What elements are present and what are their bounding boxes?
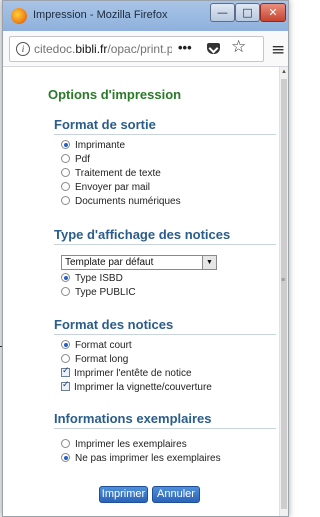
radio-pdf[interactable]: Pdf xyxy=(61,154,90,165)
radio-type-isbd[interactable]: Type ISBD xyxy=(61,273,123,284)
radio-icon[interactable] xyxy=(61,273,70,282)
checkbox-label: Imprimer la vignette/couverture xyxy=(74,382,212,393)
checkbox-entete-notice[interactable]: Imprimer l'entête de notice xyxy=(61,366,192,379)
bookmark-star-icon[interactable]: ☆ xyxy=(231,37,246,57)
radio-label: Traitement de texte xyxy=(75,168,161,179)
radio-icon[interactable] xyxy=(61,168,70,177)
radio-icon[interactable] xyxy=(61,196,70,205)
cancel-button[interactable]: Annuler xyxy=(152,486,200,503)
scroll-up-icon[interactable]: ▲ xyxy=(281,69,287,75)
checkbox-icon[interactable] xyxy=(61,380,70,391)
title-bar[interactable]: Impression - Mozilla Firefox — □ ✕ xyxy=(3,1,288,31)
hamburger-menu-icon[interactable]: ≡ xyxy=(271,40,285,60)
radio-label: Ne pas imprimer les exemplaires xyxy=(75,453,221,464)
address-field[interactable]: i citedoc.bibli.fr/opac/print.php ••• ☆ xyxy=(9,36,264,62)
template-select[interactable]: Template par défaut ▼ xyxy=(61,255,217,270)
radio-format-court[interactable]: Format court xyxy=(61,340,132,351)
vertical-scrollbar[interactable]: ▲ ≡ xyxy=(279,67,288,516)
url-domain: citedoc. xyxy=(34,42,76,56)
select-value: Template par défaut xyxy=(65,257,154,268)
url-text[interactable]: citedoc.bibli.fr/opac/print.php xyxy=(34,42,172,56)
radio-icon[interactable] xyxy=(61,340,70,349)
section-title-format-sortie: Format de sortie xyxy=(54,117,276,135)
radio-type-public[interactable]: Type PUBLIC xyxy=(61,287,136,298)
minimize-button[interactable]: — xyxy=(210,3,235,22)
radio-label: Format long xyxy=(75,354,129,365)
page-actions-icon[interactable]: ••• xyxy=(178,40,192,55)
pocket-icon[interactable] xyxy=(207,43,220,54)
radio-documents-numeriques[interactable]: Documents numériques xyxy=(61,196,181,207)
options-title: Options d'impression xyxy=(48,87,182,102)
section-title-affichage: Type d'affichage des notices xyxy=(54,227,276,245)
radio-icon[interactable] xyxy=(61,287,70,296)
radio-ne-pas-imprimer-exemplaires[interactable]: Ne pas imprimer les exemplaires xyxy=(61,453,221,464)
radio-traitement-texte[interactable]: Traitement de texte xyxy=(61,168,161,179)
radio-label: Format court xyxy=(75,340,132,351)
radio-label: Type PUBLIC xyxy=(75,287,136,298)
radio-label: Documents numériques xyxy=(75,196,181,207)
info-icon[interactable]: i xyxy=(16,42,30,56)
chevron-down-icon[interactable]: ▼ xyxy=(202,256,216,269)
radio-icon[interactable] xyxy=(61,154,70,163)
radio-imprimer-exemplaires[interactable]: Imprimer les exemplaires xyxy=(61,439,187,450)
url-bar: i citedoc.bibli.fr/opac/print.php ••• ☆ … xyxy=(3,31,288,67)
url-host: bibli.fr xyxy=(75,42,108,56)
window-title: Impression - Mozilla Firefox xyxy=(33,9,168,21)
radio-format-long[interactable]: Format long xyxy=(61,354,128,365)
checkbox-icon[interactable] xyxy=(61,366,70,377)
popup-window: Impression - Mozilla Firefox — □ ✕ i cit… xyxy=(2,0,289,517)
radio-icon[interactable] xyxy=(61,439,70,448)
radio-envoyer-mail[interactable]: Envoyer par mail xyxy=(61,182,150,193)
firefox-icon xyxy=(11,8,27,24)
radio-label: Envoyer par mail xyxy=(75,182,151,193)
section-title-format-notices: Format des notices xyxy=(54,317,276,335)
radio-icon[interactable] xyxy=(61,140,70,149)
close-button[interactable]: ✕ xyxy=(260,3,286,22)
radio-icon[interactable] xyxy=(61,354,70,363)
radio-icon[interactable] xyxy=(61,453,70,462)
radio-label: Pdf xyxy=(75,154,91,165)
checkbox-vignette-couverture[interactable]: Imprimer la vignette/couverture xyxy=(61,380,212,393)
print-button[interactable]: Imprimer xyxy=(99,486,148,503)
maximize-button[interactable]: □ xyxy=(235,3,260,22)
scroll-grip-icon: ≡ xyxy=(281,277,286,284)
radio-label: Imprimante xyxy=(75,140,126,151)
checkbox-label: Imprimer l'entête de notice xyxy=(74,368,192,379)
page-content: Options d'impression Format de sortie Im… xyxy=(3,67,279,516)
url-path: /opac/print.php xyxy=(107,42,172,56)
section-title-exemplaires: Informations exemplaires xyxy=(54,411,276,429)
scroll-thumb[interactable] xyxy=(281,79,287,509)
radio-icon[interactable] xyxy=(61,182,70,191)
radio-label: Imprimer les exemplaires xyxy=(75,439,187,450)
radio-imprimante[interactable]: Imprimante xyxy=(61,140,125,151)
radio-label: Type ISBD xyxy=(75,273,123,284)
